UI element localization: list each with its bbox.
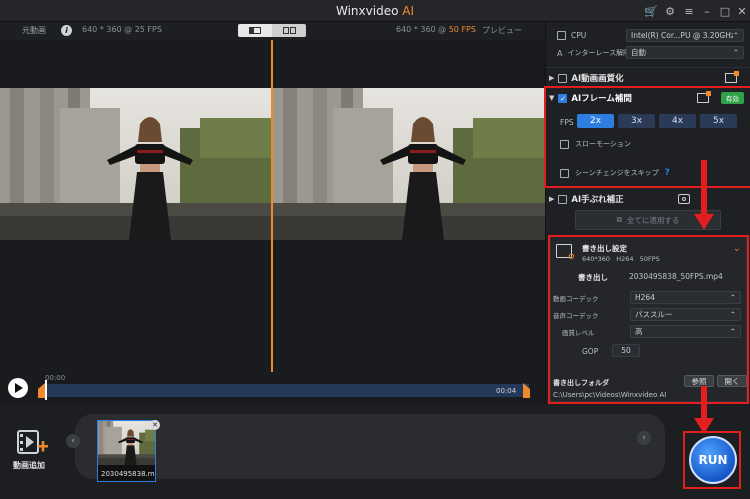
- guide-arrows: [694, 160, 714, 434]
- run-button[interactable]: RUN: [689, 436, 737, 484]
- end-time: 00:04: [496, 387, 517, 395]
